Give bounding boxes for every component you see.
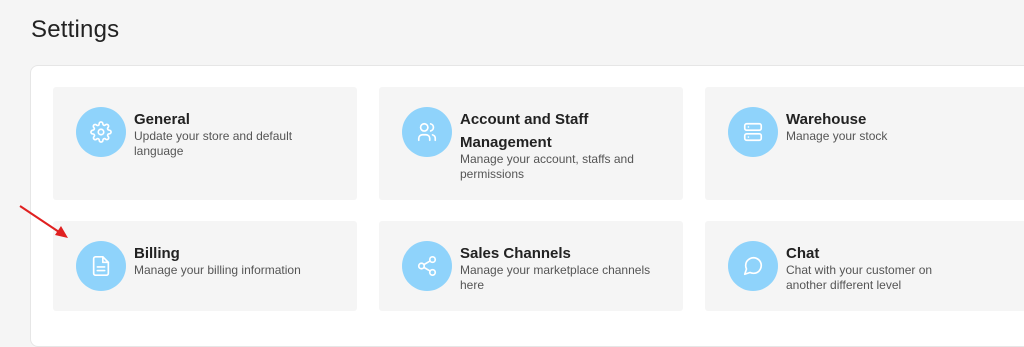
chat-bubble-icon bbox=[728, 241, 778, 291]
document-icon bbox=[76, 241, 126, 291]
card-title: Account and Staff Management bbox=[460, 111, 589, 151]
settings-card-account-staff[interactable]: Account and Staff Management Manage your… bbox=[379, 87, 683, 200]
settings-card-chat[interactable]: Chat Chat with your customer on another … bbox=[705, 221, 1024, 311]
card-description: Manage your marketplace channels here bbox=[460, 263, 651, 292]
card-title: Chat bbox=[786, 245, 820, 262]
server-icon bbox=[728, 107, 778, 157]
users-icon bbox=[402, 107, 452, 157]
settings-card-general[interactable]: General Update your store and default la… bbox=[53, 87, 357, 200]
card-description: Update your store and default language bbox=[134, 129, 293, 158]
settings-card-sales-channels[interactable]: Sales Channels Manage your marketplace c… bbox=[379, 221, 683, 311]
card-title: Billing bbox=[134, 245, 180, 262]
card-description: Manage your account, staffs and permissi… bbox=[460, 152, 634, 181]
gear-icon bbox=[76, 107, 126, 157]
card-description: Chat with your customer on another diffe… bbox=[786, 263, 933, 292]
share-icon bbox=[402, 241, 452, 291]
settings-card-billing[interactable]: Billing Manage your billing information bbox=[53, 221, 357, 311]
annotation-arrow-icon bbox=[19, 205, 68, 238]
card-title: General bbox=[134, 111, 190, 128]
card-description: Manage your billing information bbox=[134, 263, 301, 277]
card-title: Warehouse bbox=[786, 111, 867, 128]
settings-card-warehouse[interactable]: Warehouse Manage your stock bbox=[705, 87, 1024, 200]
page-title: Settings bbox=[31, 16, 120, 43]
card-title: Sales Channels bbox=[460, 245, 571, 262]
card-description: Manage your stock bbox=[786, 129, 888, 143]
